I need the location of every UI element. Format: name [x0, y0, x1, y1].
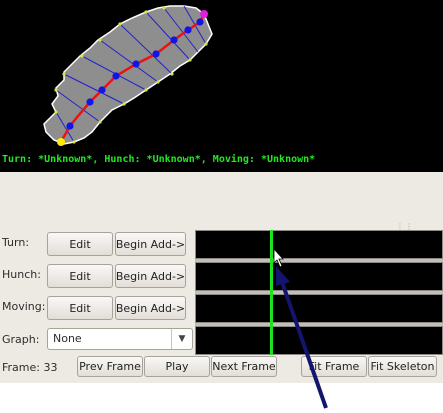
mouse-pointer-icon [273, 247, 284, 268]
annotation-arrow-head [276, 266, 290, 286]
annotation-overlay [273, 247, 328, 409]
annotation-arrow [280, 281, 328, 409]
